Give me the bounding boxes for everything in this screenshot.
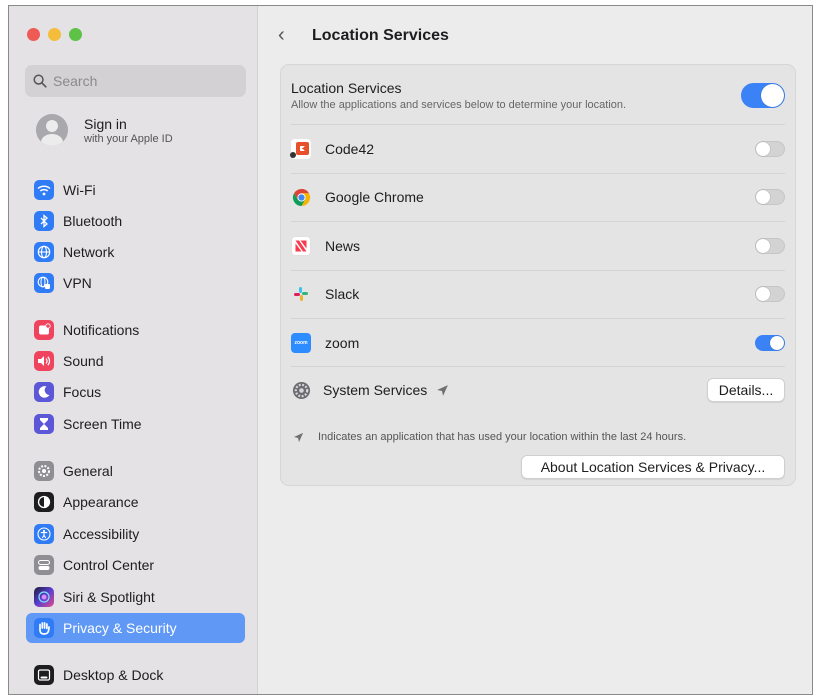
news-location-toggle[interactable] — [755, 238, 785, 254]
app-name: Google Chrome — [325, 189, 424, 205]
sidebar-item-network[interactable]: Network — [26, 237, 245, 267]
location-note: Indicates an application that has used y… — [293, 431, 686, 443]
wifi-icon — [34, 180, 54, 200]
location-services-title: Location Services — [291, 79, 402, 96]
code42-location-toggle[interactable] — [755, 141, 785, 157]
code42-icon — [290, 139, 311, 159]
about-location-privacy-button[interactable]: About Location Services & Privacy... — [521, 455, 785, 479]
zoom-button[interactable] — [69, 28, 82, 41]
speaker-icon — [34, 351, 54, 371]
sidebar-item-privacy-security[interactable]: Privacy & Security — [26, 613, 245, 643]
system-services-row: System Services Details... — [291, 377, 785, 403]
appearance-icon — [34, 492, 54, 512]
location-services-row: Location Services Allow the applications… — [291, 77, 785, 113]
sidebar-item-label: Siri & Spotlight — [63, 589, 155, 605]
slack-icon — [291, 284, 311, 304]
system-gear-icon — [291, 380, 311, 400]
sidebar-item-label: Screen Time — [63, 416, 142, 432]
app-row-code42: Code42 — [290, 137, 785, 161]
sidebar-item-wifi[interactable]: Wi-Fi — [26, 175, 245, 205]
apple-id-signin[interactable]: Sign in with your Apple ID — [36, 114, 173, 146]
sidebar-item-label: General — [63, 463, 113, 479]
sidebar-item-bluetooth[interactable]: Bluetooth — [26, 206, 245, 236]
sidebar: Sign in with your Apple ID Wi-Fi Bluetoo… — [9, 6, 258, 694]
details-button[interactable]: Details... — [707, 378, 785, 402]
sidebar-item-label: Notifications — [63, 322, 140, 338]
header: ‹ Location Services — [278, 24, 449, 47]
hourglass-icon — [34, 414, 54, 434]
chrome-location-toggle[interactable] — [755, 189, 785, 205]
sidebar-item-vpn[interactable]: VPN — [26, 268, 245, 298]
page-title: Location Services — [312, 26, 449, 44]
accessibility-icon — [34, 524, 54, 544]
sidebar-item-label: Accessibility — [63, 526, 140, 542]
sidebar-item-label: Desktop & Dock — [63, 667, 164, 683]
chrome-icon — [291, 187, 311, 207]
globe-icon — [34, 242, 54, 262]
sidebar-item-notifications[interactable]: Notifications — [26, 315, 245, 345]
moon-icon — [34, 382, 54, 402]
sidebar-item-label: Privacy & Security — [63, 620, 177, 636]
sidebar-item-label: VPN — [63, 275, 92, 291]
avatar — [36, 114, 68, 146]
app-name: News — [325, 238, 361, 254]
sidebar-item-general[interactable]: General — [26, 456, 245, 486]
hand-icon — [34, 618, 54, 638]
signin-subtitle: with your Apple ID — [84, 132, 173, 145]
control-center-icon — [34, 555, 54, 575]
sidebar-item-screen-time[interactable]: Screen Time — [26, 409, 245, 439]
slack-location-toggle[interactable] — [755, 286, 785, 302]
search-input[interactable] — [53, 73, 233, 89]
sidebar-item-accessibility[interactable]: Accessibility — [26, 519, 245, 549]
sidebar-item-label: Sound — [63, 353, 104, 369]
search-icon — [33, 74, 47, 88]
signin-title: Sign in — [84, 115, 127, 132]
location-services-toggle[interactable] — [741, 83, 785, 108]
location-services-panel: Location Services Allow the applications… — [280, 64, 796, 486]
sidebar-item-sound[interactable]: Sound — [26, 346, 245, 376]
main-content: ‹ Location Services Location Services Al… — [258, 6, 812, 694]
location-services-description: Allow the applications and services belo… — [291, 98, 627, 111]
settings-window: Sign in with your Apple ID Wi-Fi Bluetoo… — [8, 5, 813, 695]
sidebar-item-appearance[interactable]: Appearance — [26, 487, 245, 517]
vpn-globe-icon — [34, 273, 54, 293]
minimize-button[interactable] — [48, 28, 61, 41]
app-row-slack: Slack — [291, 282, 785, 306]
system-services-label: System Services — [323, 382, 428, 398]
window-controls — [27, 28, 82, 41]
app-row-news: News — [291, 234, 785, 258]
sidebar-item-label: Control Center — [63, 557, 155, 573]
news-icon — [291, 236, 311, 256]
sidebar-item-control-center[interactable]: Control Center — [26, 550, 245, 580]
app-name: Code42 — [325, 141, 375, 157]
bell-icon — [34, 320, 54, 340]
sidebar-item-label: Network — [63, 244, 115, 260]
zoom-icon: zoom — [291, 333, 311, 353]
siri-icon — [34, 587, 54, 607]
dock-icon — [34, 665, 54, 685]
app-row-chrome: Google Chrome — [291, 185, 785, 209]
location-arrow-icon — [437, 384, 449, 396]
app-name: zoom — [325, 335, 360, 351]
search-field[interactable] — [25, 65, 246, 97]
sidebar-item-siri-spotlight[interactable]: Siri & Spotlight — [26, 582, 245, 612]
sidebar-item-desktop-dock[interactable]: Desktop & Dock — [26, 660, 245, 690]
gear-icon — [34, 461, 54, 481]
sidebar-item-focus[interactable]: Focus — [26, 377, 245, 407]
location-arrow-icon — [293, 432, 304, 442]
app-row-zoom: zoom zoom — [291, 331, 785, 355]
note-text: Indicates an application that has used y… — [318, 431, 687, 443]
back-button[interactable]: ‹ — [278, 24, 300, 47]
bluetooth-icon — [34, 211, 54, 231]
sidebar-item-label: Appearance — [63, 494, 139, 510]
close-button[interactable] — [27, 28, 40, 41]
sidebar-item-label: Bluetooth — [63, 213, 123, 229]
zoom-location-toggle[interactable] — [755, 335, 785, 351]
sidebar-item-label: Focus — [63, 384, 102, 400]
app-name: Slack — [325, 286, 360, 302]
sidebar-item-label: Wi-Fi — [63, 182, 96, 198]
